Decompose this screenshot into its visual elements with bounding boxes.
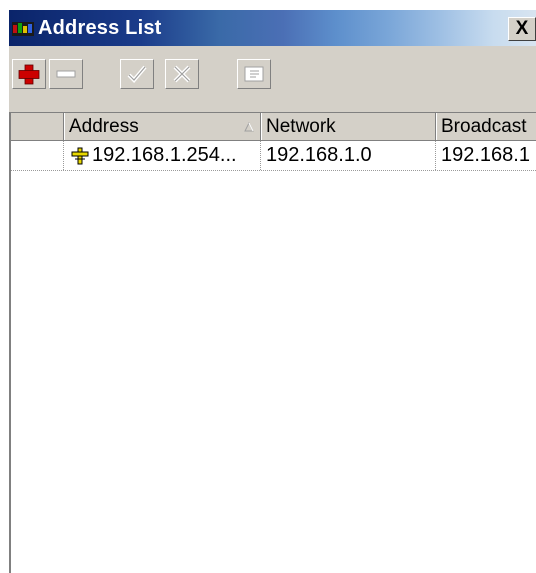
title-bar[interactable]: Address List X xyxy=(9,10,536,46)
toolbar xyxy=(9,46,536,112)
column-label-address: Address xyxy=(69,116,139,137)
plus-icon xyxy=(18,64,40,85)
disable-button[interactable] xyxy=(165,59,199,89)
list-left-border xyxy=(9,113,11,573)
comment-icon xyxy=(244,66,264,82)
column-header-address[interactable]: Address xyxy=(64,113,261,140)
row-flag-cell xyxy=(9,141,64,170)
address-list-window: Address List X Address Network Broadcast… xyxy=(9,10,536,573)
address-plus-icon xyxy=(71,147,89,165)
column-header-network[interactable]: Network xyxy=(261,113,436,140)
enable-button[interactable] xyxy=(120,59,154,89)
close-button[interactable]: X xyxy=(508,17,536,41)
sort-ascending-icon xyxy=(244,122,254,132)
row-broadcast-cell: 192.168.1 xyxy=(441,144,530,166)
x-icon xyxy=(173,65,191,83)
remove-button[interactable] xyxy=(49,59,83,89)
row-address-text: 192.168.1.254... xyxy=(92,144,237,166)
address-list-table: Address Network Broadcast 192.168.1.254.… xyxy=(9,112,536,573)
app-icon xyxy=(12,22,34,36)
comment-button[interactable] xyxy=(237,59,271,89)
row-network-cell: 192.168.1.0 xyxy=(261,141,436,170)
minus-icon xyxy=(56,70,76,78)
add-button[interactable] xyxy=(12,59,46,89)
column-header-flag[interactable] xyxy=(9,113,64,140)
table-row[interactable]: 192.168.1.254... 192.168.1.0 192.168.1 xyxy=(9,141,536,171)
row-address-cell: 192.168.1.254... xyxy=(64,141,261,170)
window-title: Address List xyxy=(38,17,162,39)
check-icon xyxy=(127,65,147,83)
list-header: Address Network Broadcast xyxy=(9,113,536,141)
column-header-broadcast[interactable]: Broadcast xyxy=(436,113,536,140)
